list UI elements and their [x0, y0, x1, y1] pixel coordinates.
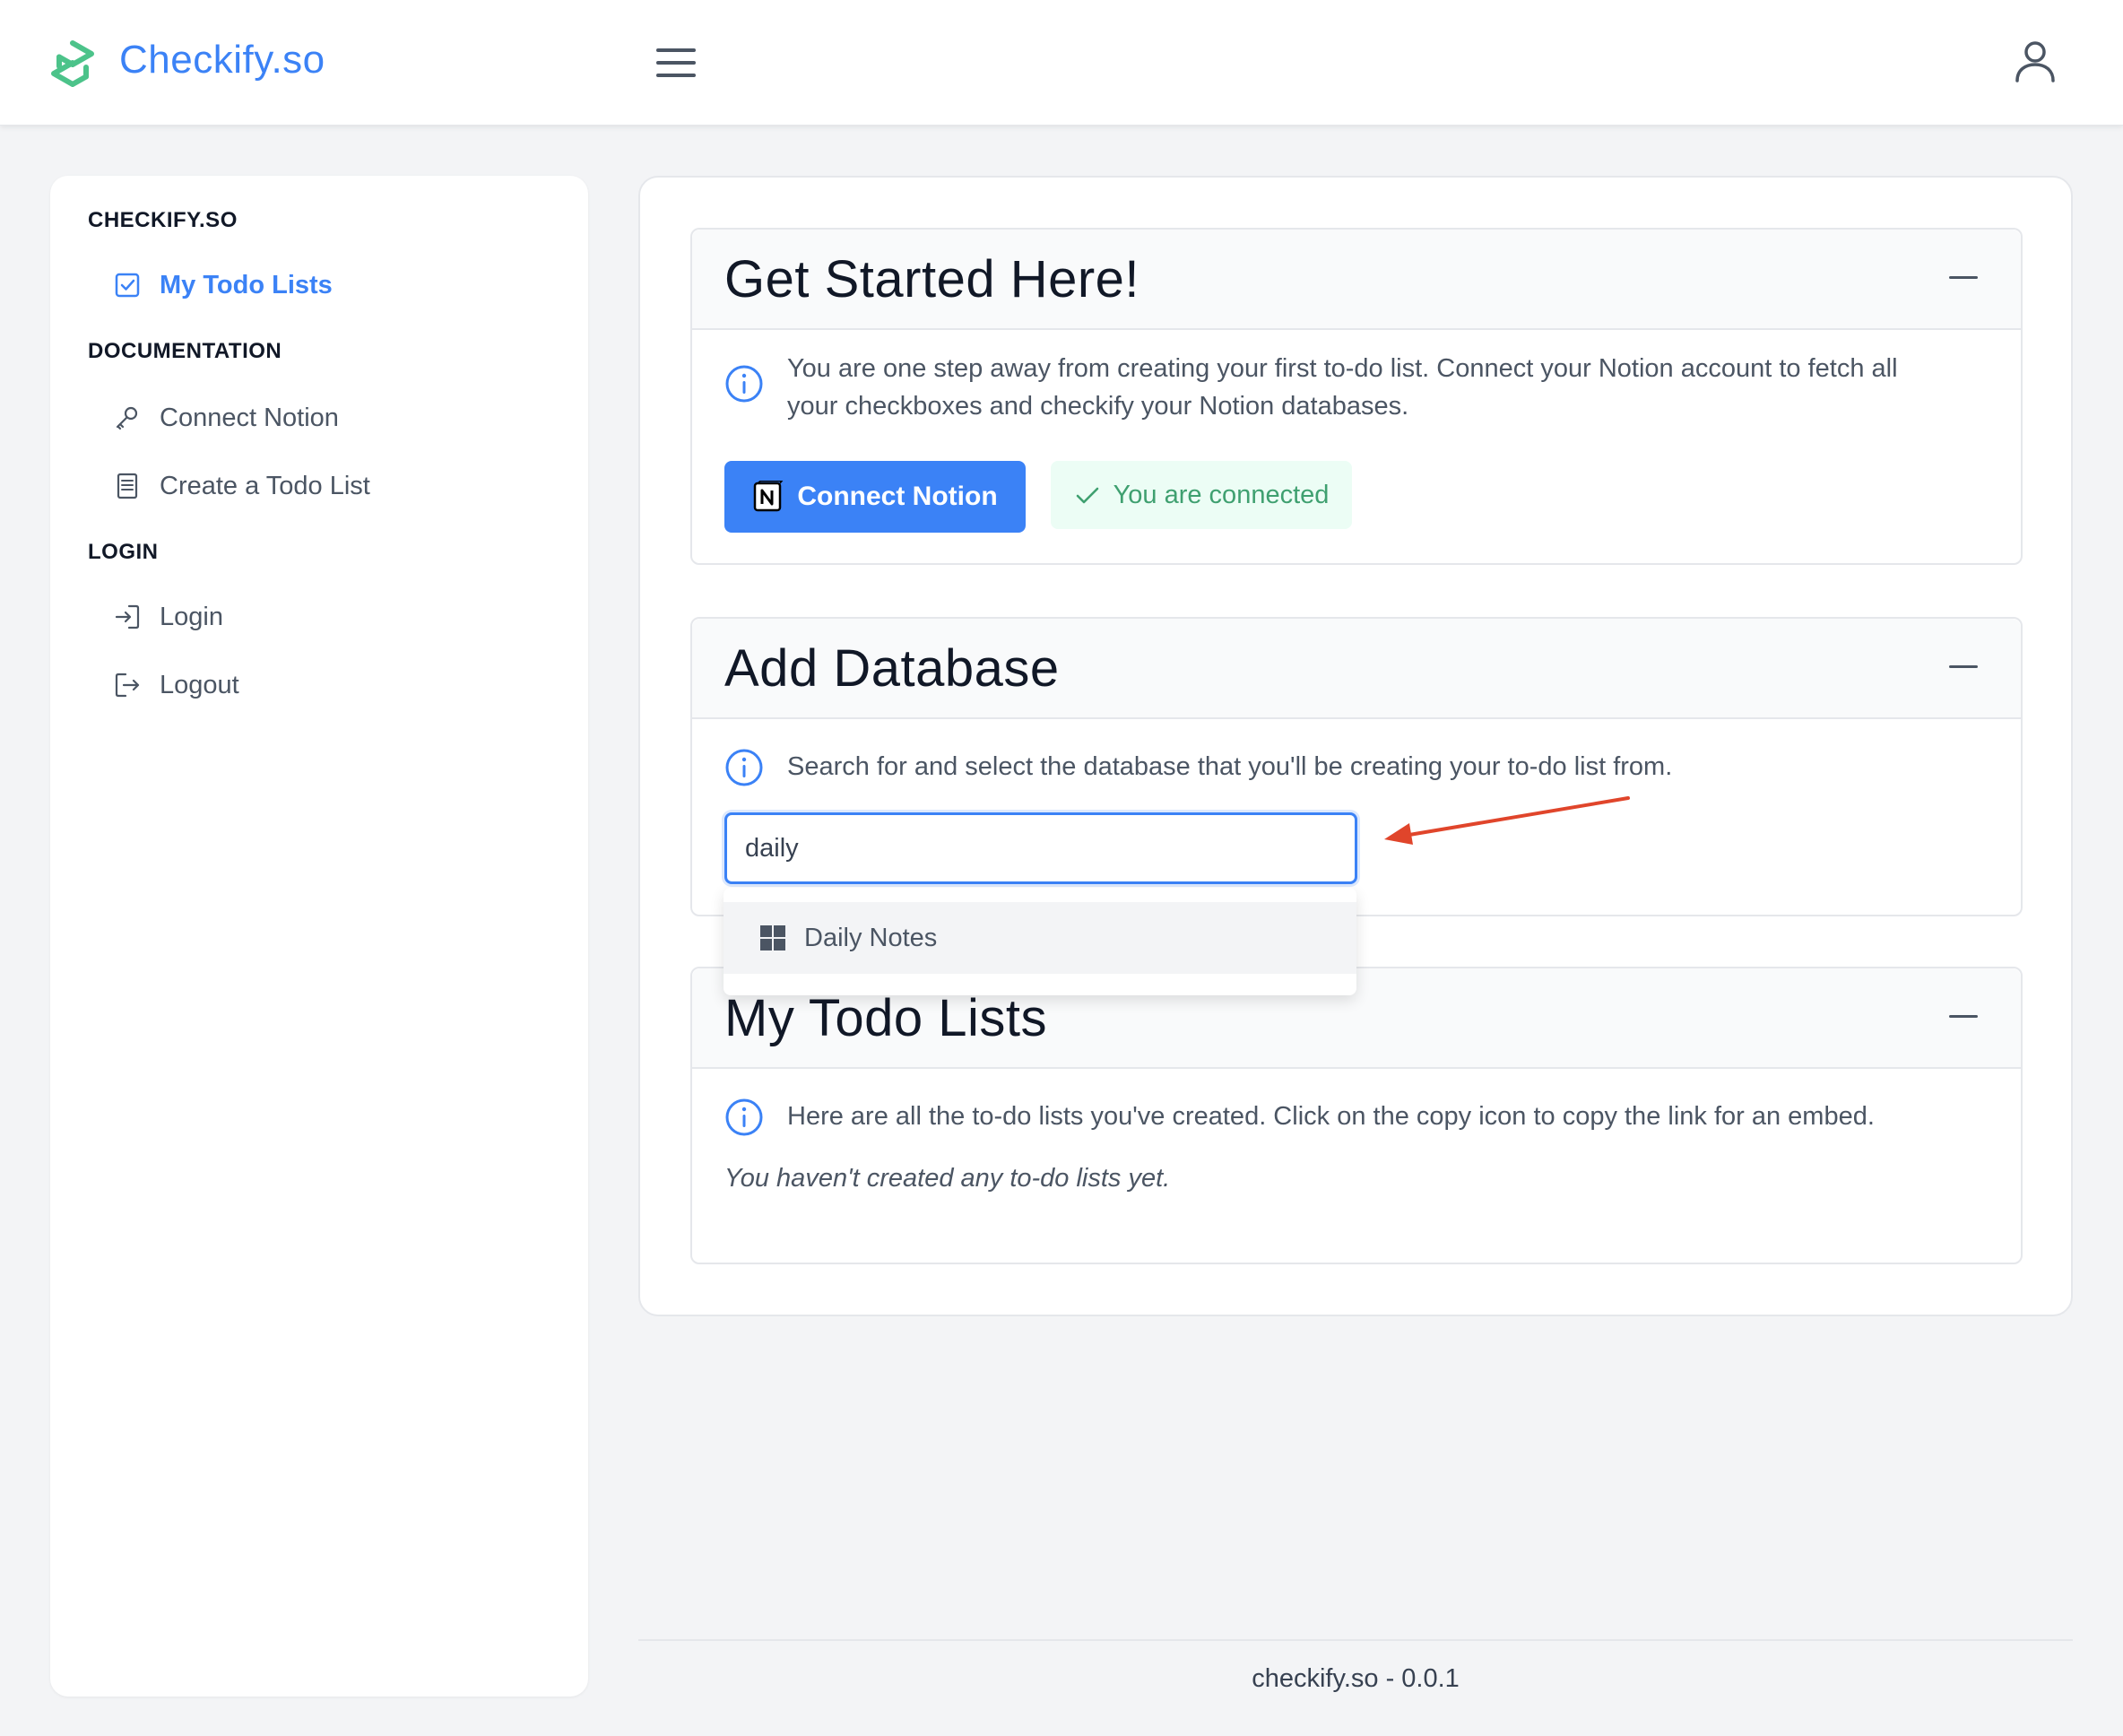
get-started-card: Get Started Here! You are one step away … — [690, 228, 2023, 565]
info-circle-icon — [725, 749, 763, 786]
annotation-arrow-icon — [1384, 796, 1630, 845]
connected-status-text: You are connected — [1113, 480, 1330, 509]
sidebar-heading-login: LOGIN — [88, 540, 159, 564]
get-started-info: You are one step away from creating your… — [724, 350, 1898, 425]
document-icon — [117, 473, 138, 499]
empty-lists-message: You haven't created any to-do lists yet. — [724, 1164, 1171, 1193]
add-database-info-text: Search for and select the database that … — [787, 752, 1673, 781]
sidebar-item-connect-notion[interactable]: Connect Notion — [113, 391, 561, 445]
add-database-card: Add Database Search for and select the d… — [690, 617, 2023, 916]
checkmark-icon — [1076, 487, 1098, 504]
sidebar-item-label: Connect Notion — [160, 403, 339, 432]
notion-logo-icon — [754, 481, 784, 512]
get-started-info-line2: your checkboxes and checkify your Notion… — [787, 392, 1409, 421]
dropdown-option-daily-notes[interactable]: Daily Notes — [724, 902, 1356, 974]
sidebar-item-logout[interactable]: Logout — [113, 658, 561, 712]
get-started-title: Get Started Here! — [724, 250, 1140, 308]
login-icon — [115, 604, 140, 629]
sidebar-item-my-todo-lists[interactable]: My Todo Lists — [113, 258, 561, 312]
collapse-minus-icon[interactable] — [1945, 649, 1981, 685]
main-panel: Get Started Here! You are one step away … — [638, 176, 2073, 1316]
database-search-dropdown: Daily Notes — [724, 888, 1356, 995]
footer-version: checkify.so - 0.0.1 — [1252, 1664, 1460, 1693]
sidebar-item-label: My Todo Lists — [160, 270, 333, 299]
connect-notion-label: Connect Notion — [797, 482, 998, 511]
sidebar-item-label: Create a Todo List — [160, 471, 370, 500]
footer-divider — [638, 1639, 2073, 1641]
get-started-info-line1: You are one step away from creating your… — [787, 354, 1898, 383]
add-database-info: Search for and select the database that … — [724, 748, 1672, 787]
top-header: Checkify.so — [0, 0, 2123, 126]
info-circle-icon — [725, 1098, 763, 1136]
checkify-logo-icon — [51, 40, 94, 87]
card-header: Add Database — [692, 619, 2021, 719]
logout-icon — [115, 673, 140, 698]
collapse-minus-icon[interactable] — [1945, 260, 1981, 296]
my-todo-lists-card: My Todo Lists Here are all the to-do lis… — [690, 967, 2023, 1264]
dropdown-option-label: Daily Notes — [804, 923, 938, 952]
my-todo-lists-title: My Todo Lists — [724, 989, 1048, 1047]
connected-status-badge: You are connected — [1051, 461, 1352, 529]
my-todo-lists-info: Here are all the to-do lists you've crea… — [724, 1098, 1875, 1137]
sidebar-item-label: Logout — [160, 670, 239, 699]
sidebar-item-label: Login — [160, 602, 223, 631]
database-search-input[interactable] — [724, 812, 1357, 884]
info-circle-icon — [725, 365, 763, 403]
add-database-title: Add Database — [724, 639, 1060, 698]
app-title[interactable]: Checkify.so — [119, 38, 325, 82]
sidebar-heading-documentation: DOCUMENTATION — [88, 339, 282, 363]
key-icon — [116, 406, 138, 430]
connect-notion-button[interactable]: Connect Notion — [724, 461, 1026, 533]
card-header: Get Started Here! — [692, 230, 2021, 330]
sidebar-item-create-todo-list[interactable]: Create a Todo List — [113, 459, 561, 513]
my-todo-lists-info-text: Here are all the to-do lists you've crea… — [787, 1102, 1875, 1131]
hamburger-menu-icon[interactable] — [654, 43, 698, 82]
sidebar-heading-checkify: CHECKIFY.SO — [88, 208, 238, 232]
check-square-icon — [115, 273, 140, 298]
user-profile-icon[interactable] — [2012, 38, 2058, 84]
collapse-minus-icon[interactable] — [1945, 999, 1981, 1035]
database-grid-icon — [760, 925, 785, 950]
sidebar: CHECKIFY.SO My Todo Lists DOCUMENTATION … — [50, 176, 588, 1697]
sidebar-item-login[interactable]: Login — [113, 590, 561, 644]
